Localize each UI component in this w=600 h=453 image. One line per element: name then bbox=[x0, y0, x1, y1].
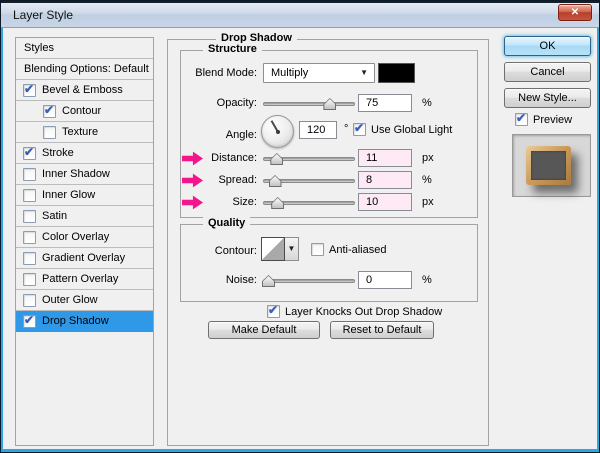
reset-to-default-button[interactable]: Reset to Default bbox=[330, 321, 434, 339]
chevron-down-icon: ▼ bbox=[287, 244, 296, 253]
opacity-slider-thumb[interactable] bbox=[323, 98, 337, 110]
checkbox-unchecked-icon[interactable] bbox=[23, 188, 36, 202]
use-global-light-label: Use Global Light bbox=[371, 123, 453, 136]
contour-preset-swatch[interactable] bbox=[261, 237, 285, 261]
contour-dropdown-button[interactable]: ▼ bbox=[285, 237, 299, 261]
title-bar[interactable]: Layer Style ✕ bbox=[1, 1, 599, 28]
checkbox-unchecked-icon[interactable] bbox=[43, 125, 56, 139]
noise-slider-thumb[interactable] bbox=[262, 275, 275, 287]
checkbox-checked-icon[interactable]: ✔ bbox=[23, 82, 36, 97]
sidebar-item-color-overlay[interactable]: Color Overlay bbox=[16, 227, 153, 248]
shadow-color-swatch[interactable] bbox=[378, 63, 415, 83]
blend-mode-value: Multiply bbox=[271, 67, 309, 79]
quality-group: Quality Contour: ▼ Anti-aliased Noise: % bbox=[180, 217, 478, 302]
checkbox-checked-icon[interactable]: ✔ bbox=[23, 313, 36, 328]
preview-square bbox=[526, 146, 571, 185]
angle-dial[interactable] bbox=[261, 115, 294, 148]
close-button[interactable]: ✕ bbox=[558, 4, 592, 21]
sidebar-item-contour[interactable]: ✔ Contour bbox=[16, 101, 153, 122]
sidebar-item-blending-options[interactable]: Blending Options: Default bbox=[16, 59, 153, 80]
opacity-slider[interactable] bbox=[263, 98, 355, 110]
checkbox-unchecked-icon[interactable] bbox=[311, 243, 324, 256]
sidebar-item-pattern-overlay[interactable]: Pattern Overlay bbox=[16, 269, 153, 290]
spread-slider-thumb[interactable] bbox=[268, 175, 282, 187]
noise-unit: % bbox=[422, 274, 432, 286]
preview-checkbox[interactable]: ✔ Preview bbox=[515, 111, 573, 126]
layer-knocks-out-checkbox[interactable]: ✔ Layer Knocks Out Drop Shadow bbox=[267, 303, 443, 318]
angle-center-dot bbox=[275, 129, 280, 134]
opacity-label: Opacity: bbox=[216, 97, 257, 109]
distance-input[interactable] bbox=[358, 149, 412, 167]
spread-slider[interactable] bbox=[263, 175, 355, 187]
checkbox-unchecked-icon[interactable] bbox=[23, 167, 36, 181]
chevron-down-icon: ▼ bbox=[360, 68, 368, 77]
spread-input[interactable] bbox=[358, 171, 412, 189]
use-global-light-checkbox[interactable]: ✔ Use Global Light bbox=[353, 121, 453, 136]
noise-input[interactable] bbox=[358, 271, 412, 289]
anti-aliased-label: Anti-aliased bbox=[329, 243, 387, 256]
checkbox-checked-icon[interactable]: ✔ bbox=[23, 145, 36, 160]
checkbox-checked-icon[interactable]: ✔ bbox=[267, 303, 280, 318]
distance-label: Distance: bbox=[211, 152, 257, 164]
spread-unit: % bbox=[422, 174, 432, 186]
sidebar-item-drop-shadow[interactable]: ✔ Drop Shadow bbox=[16, 311, 153, 332]
size-label: Size: bbox=[232, 196, 257, 208]
angle-input[interactable] bbox=[299, 121, 337, 139]
ok-button[interactable]: OK bbox=[504, 36, 591, 56]
sidebar-item-inner-shadow[interactable]: Inner Shadow bbox=[16, 164, 153, 185]
size-input[interactable] bbox=[358, 193, 412, 211]
distance-slider-thumb[interactable] bbox=[270, 153, 284, 165]
make-default-button[interactable]: Make Default bbox=[208, 321, 320, 339]
sidebar-item-outer-glow[interactable]: Outer Glow bbox=[16, 290, 153, 311]
layer-knocks-out-label: Layer Knocks Out Drop Shadow bbox=[285, 305, 443, 318]
distance-unit: px bbox=[422, 152, 434, 164]
sidebar-item-texture[interactable]: Texture bbox=[16, 122, 153, 143]
quality-group-title: Quality bbox=[203, 217, 251, 229]
window-title: Layer Style bbox=[13, 8, 74, 22]
preview-label: Preview bbox=[533, 113, 573, 126]
noise-label: Noise: bbox=[225, 274, 257, 286]
spread-label: Spread: bbox=[218, 174, 257, 186]
size-unit: px bbox=[422, 196, 434, 208]
anti-aliased-checkbox[interactable]: Anti-aliased bbox=[311, 243, 386, 256]
sidebar-item-stroke[interactable]: ✔ Stroke bbox=[16, 143, 153, 164]
sidebar-item-satin[interactable]: Satin bbox=[16, 206, 153, 227]
checkbox-unchecked-icon[interactable] bbox=[23, 230, 36, 244]
close-icon: ✕ bbox=[570, 7, 580, 18]
checkbox-unchecked-icon[interactable] bbox=[23, 209, 36, 223]
checkbox-unchecked-icon[interactable] bbox=[23, 293, 36, 307]
size-slider[interactable] bbox=[263, 197, 355, 209]
style-preview-thumbnail bbox=[512, 134, 591, 197]
checkbox-checked-icon[interactable]: ✔ bbox=[353, 121, 366, 136]
layer-style-dialog: Layer Style ✕ Styles Blending Options: D… bbox=[0, 0, 600, 453]
noise-slider[interactable] bbox=[262, 275, 355, 287]
checkbox-unchecked-icon[interactable] bbox=[23, 272, 36, 286]
cancel-button[interactable]: Cancel bbox=[504, 62, 591, 82]
checkbox-checked-icon[interactable]: ✔ bbox=[515, 111, 528, 126]
sidebar-item-inner-glow[interactable]: Inner Glow bbox=[16, 185, 153, 206]
blend-mode-select[interactable]: Multiply ▼ bbox=[263, 63, 375, 83]
styles-list: Styles Blending Options: Default ✔ Bevel… bbox=[15, 37, 154, 446]
contour-label: Contour: bbox=[214, 245, 257, 257]
sidebar-item-gradient-overlay[interactable]: Gradient Overlay bbox=[16, 248, 153, 269]
size-slider-thumb[interactable] bbox=[271, 197, 285, 209]
angle-unit: ° bbox=[344, 123, 349, 135]
structure-group-title: Structure bbox=[203, 43, 262, 55]
checkbox-checked-icon[interactable]: ✔ bbox=[43, 103, 56, 118]
distance-slider[interactable] bbox=[263, 153, 355, 165]
opacity-input[interactable] bbox=[358, 94, 412, 112]
sidebar-item-bevel-emboss[interactable]: ✔ Bevel & Emboss bbox=[16, 80, 153, 101]
checkbox-unchecked-icon[interactable] bbox=[23, 251, 36, 265]
sidebar-item-styles[interactable]: Styles bbox=[16, 38, 153, 59]
drop-shadow-panel: Drop Shadow Structure Blend Mode: Multip… bbox=[167, 32, 489, 446]
structure-group: Structure Blend Mode: Multiply ▼ Opacity… bbox=[180, 43, 478, 218]
angle-label: Angle: bbox=[225, 129, 257, 141]
opacity-unit: % bbox=[422, 97, 432, 109]
blend-mode-label: Blend Mode: bbox=[195, 67, 257, 79]
new-style-button[interactable]: New Style... bbox=[504, 88, 591, 108]
